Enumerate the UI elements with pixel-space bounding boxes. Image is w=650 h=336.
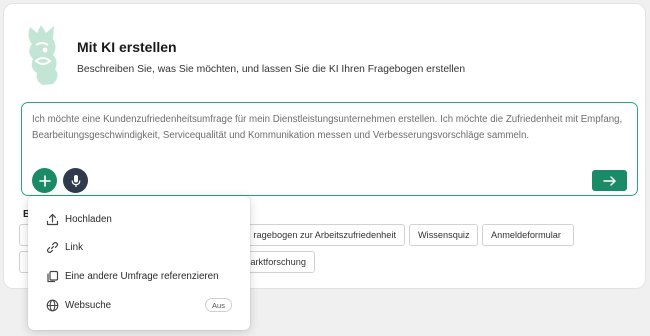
prompt-textarea[interactable]: Ich möchte eine Kundenzufriedenheitsumfr… — [21, 102, 638, 196]
add-attachment-button[interactable] — [32, 168, 57, 193]
link-icon — [46, 241, 59, 253]
page-subtitle: Beschreiben Sie, was Sie möchten, und la… — [77, 64, 466, 75]
menu-item-web-search[interactable]: Websuche Aus — [28, 292, 250, 318]
attachment-menu: Hochladen Link Eine andere Umfrage refer… — [28, 196, 250, 330]
menu-item-link[interactable]: Link — [28, 234, 250, 260]
suggestion-chip-job-satisfaction[interactable]: ragebogen zur Arbeitszufriedenheit — [229, 224, 405, 246]
menu-item-upload[interactable]: Hochladen — [28, 206, 250, 232]
prompt-text[interactable]: Ich möchte eine Kundenzufriedenheitsumfr… — [32, 112, 632, 143]
suggestion-chip-registration-form[interactable]: Anmeldeformular — [482, 224, 574, 246]
microphone-icon — [71, 174, 80, 187]
menu-item-label: Eine andere Umfrage referenzieren — [65, 270, 219, 282]
web-search-toggle[interactable]: Aus — [205, 298, 232, 312]
voice-input-button[interactable] — [63, 168, 88, 193]
plus-icon — [38, 174, 51, 187]
globe-icon — [46, 299, 59, 311]
ai-mascot-icon — [28, 25, 58, 85]
menu-item-reference-survey[interactable]: Eine andere Umfrage referenzieren — [28, 263, 250, 289]
menu-item-label: Websuche — [65, 299, 112, 311]
menu-item-label: Link — [65, 241, 83, 253]
menu-item-label: Hochladen — [65, 213, 112, 225]
arrow-right-icon — [602, 175, 616, 186]
copy-icon — [47, 270, 59, 282]
suggestion-chip-knowledge-quiz[interactable]: Wissensquiz — [409, 224, 478, 246]
upload-icon — [46, 213, 59, 225]
page-title: Mit KI erstellen — [77, 39, 177, 55]
submit-button[interactable] — [592, 170, 627, 191]
